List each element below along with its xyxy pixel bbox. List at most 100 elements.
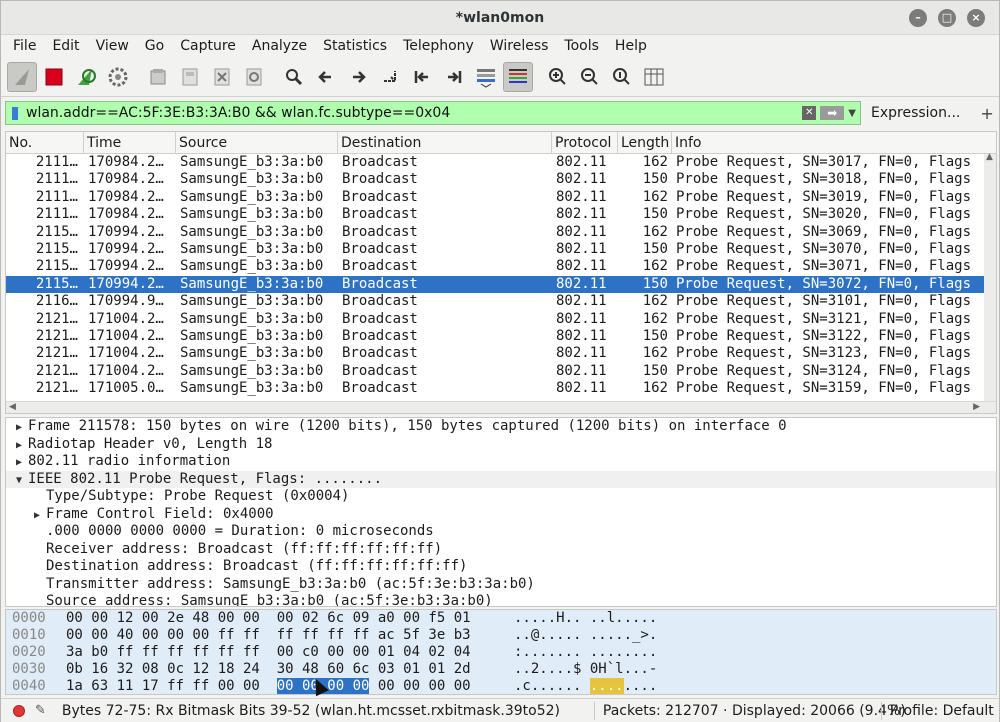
chevron-right-icon[interactable]: ▶: [10, 437, 28, 455]
detail-tree-item[interactable]: Transmitter address: SamsungE_b3:3a:b0 (…: [6, 576, 996, 594]
detail-tree-item[interactable]: Receiver address: Broadcast (ff:ff:ff:ff…: [6, 541, 996, 559]
ascii-bytes[interactable]: :....... ........: [514, 644, 674, 661]
detail-tree-item[interactable]: .000 0000 0000 0000 = Duration: 0 micros…: [6, 523, 996, 541]
column-header-info[interactable]: Info: [672, 132, 996, 153]
menu-telephony[interactable]: Telephony: [395, 38, 482, 54]
clear-filter-icon[interactable]: ✕: [802, 106, 817, 120]
chevron-down-icon[interactable]: ▼: [10, 472, 28, 490]
column-header-source[interactable]: Source: [176, 132, 338, 153]
hex-bytes[interactable]: 00 00 12 00 2e 48 00 00 00 02 6c 09 a0 0…: [66, 610, 514, 627]
table-row[interactable]: 2121… 171004.2… SamsungE_b3:3a:b0 Broadcast…: [6, 363, 996, 380]
chevron-right-icon[interactable]: ▶: [28, 507, 46, 525]
main-window: *wlan0mon – □ × File Edit View Go Captur…: [0, 0, 1000, 722]
column-header-length[interactable]: Length: [618, 132, 672, 153]
detail-tree-item[interactable]: ▶ 802.11 radio information: [6, 453, 996, 471]
menu-go[interactable]: Go: [137, 38, 172, 54]
table-row[interactable]: 2115… 170994.2… SamsungE_b3:3a:b0 Broadcast…: [6, 275, 996, 294]
resize-columns-icon[interactable]: [639, 62, 669, 92]
table-row[interactable]: 2116… 170994.9… SamsungE_b3:3a:b0 Broadcast…: [6, 293, 996, 310]
menu-file[interactable]: File: [5, 38, 44, 54]
horizontal-scrollbar[interactable]: ◀ ▶: [6, 401, 996, 413]
chevron-right-icon[interactable]: ▶: [10, 419, 28, 437]
table-row[interactable]: 2111… 170984.2… SamsungE_b3:3a:b0 Broadcast…: [6, 171, 996, 188]
hex-bytes[interactable]: 0b 16 32 08 0c 12 18 24 30 48 60 6c 03 0…: [66, 661, 514, 678]
close-button[interactable]: ×: [967, 9, 985, 27]
detail-tree-item[interactable]: Type/Subtype: Probe Request (0x0004): [6, 488, 996, 506]
menu-statistics[interactable]: Statistics: [315, 38, 395, 54]
restart-icon[interactable]: [71, 62, 101, 92]
detail-tree-item[interactable]: ▶ Frame Control Field: 0x4000: [6, 506, 996, 524]
hex-bytes[interactable]: 1a 63 11 17 ff ff 00 00 00 00 00 00 00 0…: [66, 678, 514, 694]
goto-packet-icon[interactable]: [375, 62, 405, 92]
column-header-destination[interactable]: Destination: [338, 132, 552, 153]
minimize-button[interactable]: –: [909, 9, 927, 27]
bookmark-icon[interactable]: [6, 102, 24, 124]
detail-tree-item[interactable]: Destination address: Broadcast (ff:ff:ff…: [6, 558, 996, 576]
find-icon[interactable]: [279, 62, 309, 92]
hex-bytes[interactable]: 00 00 40 00 00 00 ff ff ff ff ff ff ac 5…: [66, 627, 514, 644]
table-row[interactable]: 2115… 170994.2… SamsungE_b3:3a:b0 Broadcast…: [6, 258, 996, 275]
menu-edit[interactable]: Edit: [44, 38, 87, 54]
table-row[interactable]: 2121… 171005.0… SamsungE_b3:3a:b0 Broadcast…: [6, 380, 996, 397]
maximize-button[interactable]: □: [938, 9, 956, 27]
menu-capture[interactable]: Capture: [172, 38, 244, 54]
detail-tree-item[interactable]: ▶ Frame 211578: 150 bytes on wire (1200 b…: [6, 418, 996, 436]
reload-icon[interactable]: [239, 62, 269, 92]
hex-bytes[interactable]: 3a b0 ff ff ff ff ff ff 00 c0 00 00 01 0…: [66, 644, 514, 661]
column-header-protocol[interactable]: Protocol: [552, 132, 618, 153]
detail-tree-item[interactable]: Source address: SamsungE_b3:3a:b0 (ac:5f…: [6, 593, 996, 606]
first-packet-icon[interactable]: [407, 62, 437, 92]
forward-icon[interactable]: [343, 62, 373, 92]
table-row[interactable]: 2115… 170994.2… SamsungE_b3:3a:b0 Broadcast…: [6, 241, 996, 258]
table-row[interactable]: 2121… 171004.2… SamsungE_b3:3a:b0 Broadcast…: [6, 328, 996, 345]
edit-comment-icon[interactable]: ✎: [35, 703, 46, 718]
autoscroll-icon[interactable]: [471, 62, 501, 92]
options-gear-icon[interactable]: [103, 62, 133, 92]
ascii-bytes[interactable]: ..2....$ 0H`l...-: [514, 661, 674, 678]
cell-destination: Broadcast: [342, 154, 418, 170]
display-filter-input[interactable]: [24, 103, 803, 123]
zoom-out-icon[interactable]: [575, 62, 605, 92]
cell-length: 162: [642, 188, 668, 205]
ascii-bytes[interactable]: .....H.. ..l.....: [514, 610, 674, 627]
cell-time: 170994.2…: [88, 275, 164, 292]
column-header-time[interactable]: Time: [84, 132, 176, 153]
menu-view[interactable]: View: [88, 38, 137, 54]
last-packet-icon[interactable]: [439, 62, 469, 92]
chevron-right-icon[interactable]: ▶: [10, 454, 28, 472]
add-filter-button[interactable]: +: [980, 104, 993, 123]
cell-protocol: 802.11: [556, 327, 607, 344]
cell-info: Probe Request, SN=3018, FN=0, Flags: [676, 171, 972, 188]
column-header-no[interactable]: No.: [6, 132, 84, 153]
zoom-normal-icon[interactable]: [607, 62, 637, 92]
status-profile[interactable]: Profile: Default: [890, 703, 994, 719]
chevron-down-icon[interactable]: ▼: [848, 108, 856, 119]
cell-length: 150: [642, 327, 668, 344]
save-icon[interactable]: [175, 62, 205, 92]
zoom-in-icon[interactable]: [543, 62, 573, 92]
shark-fin-icon[interactable]: [7, 61, 37, 92]
open-folder-icon[interactable]: [143, 62, 173, 92]
table-row[interactable]: 2115… 170994.2… SamsungE_b3:3a:b0 Broadcast…: [6, 224, 996, 241]
table-row[interactable]: 2121… 171004.2… SamsungE_b3:3a:b0 Broadcast…: [6, 345, 996, 362]
table-row[interactable]: 2111… 170984.2… SamsungE_b3:3a:b0 Broadcast…: [6, 206, 996, 223]
stop-icon[interactable]: [39, 62, 69, 92]
detail-tree-item[interactable]: ▶ Radiotap Header v0, Length 18: [6, 436, 996, 454]
apply-filter-icon[interactable]: ➡: [820, 106, 845, 120]
menu-help[interactable]: Help: [607, 38, 655, 54]
table-row[interactable]: 2111… 170984.2… SamsungE_b3:3a:b0 Broadcast…: [6, 189, 996, 206]
colorize-icon[interactable]: [503, 61, 533, 92]
menu-wireless[interactable]: Wireless: [482, 38, 557, 54]
back-icon[interactable]: [311, 62, 341, 92]
expert-info-icon[interactable]: [13, 704, 25, 717]
vertical-scrollbar[interactable]: ▲: [984, 152, 996, 401]
menu-analyze[interactable]: Analyze: [244, 38, 315, 54]
menu-tools[interactable]: Tools: [556, 38, 607, 54]
table-row[interactable]: 2121… 171004.2… SamsungE_b3:3a:b0 Broadcast…: [6, 311, 996, 328]
ascii-bytes[interactable]: ..@..... ....._>.: [514, 627, 674, 644]
table-row[interactable]: 2111… 170984.2… SamsungE_b3:3a:b0 Broadcast…: [6, 154, 996, 171]
expression-button[interactable]: Expression...: [865, 105, 966, 121]
ascii-bytes[interactable]: .c...... ........: [514, 678, 674, 694]
detail-tree-item[interactable]: ▼ IEEE 802.11 Probe Request, Flags: .....…: [6, 470, 996, 490]
close-file-icon[interactable]: [207, 62, 237, 92]
